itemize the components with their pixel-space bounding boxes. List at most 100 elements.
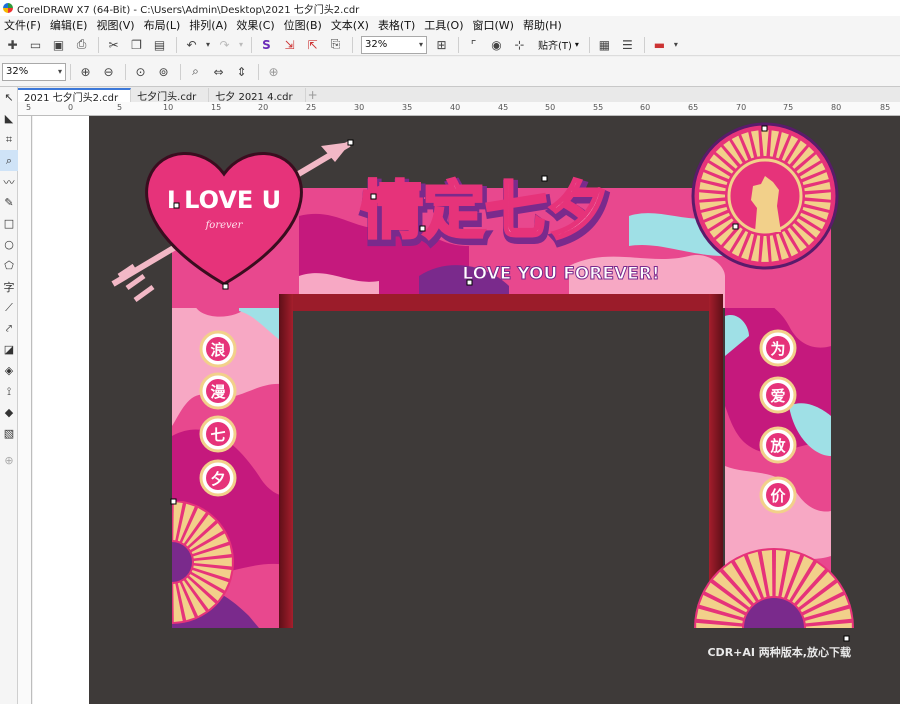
menu-window[interactable]: 窗口(W): [473, 17, 523, 33]
open-folder-icon[interactable]: ▭: [25, 35, 46, 54]
ellipse-tool-icon[interactable]: ○: [0, 234, 18, 255]
show-guidelines-icon[interactable]: ⊹: [509, 35, 530, 54]
color-eyedropper-icon[interactable]: ⟟: [0, 381, 18, 402]
publish-pdf-icon[interactable]: ⎘: [325, 35, 346, 54]
node-handle[interactable]: [222, 283, 229, 290]
smart-fill-icon[interactable]: ▧: [0, 423, 18, 444]
redo-dropdown-icon[interactable]: ▾: [237, 35, 245, 54]
left-char-2: 漫: [210, 383, 226, 401]
application-launcher-icon[interactable]: ▬: [649, 35, 670, 54]
toolbox: ↖ ◣ ⌗ ⌕ 〰 ✎ □ ○ ⬠ 字 ⟋ ⤤ ◪ ◈ ⟟ ◆ ▧ ⊕: [0, 87, 18, 704]
copy-icon[interactable]: ❐: [126, 35, 147, 54]
snap-to-dropdown[interactable]: 贴齐(T) ▾: [532, 37, 585, 52]
artistic-media-icon[interactable]: ✎: [0, 192, 18, 213]
tab-document-3[interactable]: 七夕 2021 4.cdr: [209, 88, 306, 103]
zoom-tool-icon[interactable]: ⌕: [0, 150, 18, 171]
zoom-to-page-icon[interactable]: ⌕: [185, 62, 206, 81]
node-handle[interactable]: [419, 225, 426, 232]
launcher-dropdown-icon[interactable]: ▾: [672, 35, 680, 54]
pick-tool-icon[interactable]: ↖: [0, 87, 18, 108]
toolbar-separator: [98, 36, 99, 53]
toolbar-separator: [251, 36, 252, 53]
add-tool-icon[interactable]: ⊕: [0, 450, 18, 471]
menu-help[interactable]: 帮助(H): [523, 17, 571, 33]
new-tab-icon[interactable]: +: [306, 88, 320, 102]
chevron-down-icon: ▾: [57, 67, 62, 76]
node-handle[interactable]: [466, 279, 473, 286]
poster-artwork[interactable]: I LOVE U forever 情定七夕 情定七夕 LOVE YOU FORE…: [89, 116, 900, 704]
zoom-levels-combo[interactable]: 32% ▾: [2, 62, 66, 81]
couple-sunburst-badge[interactable]: [691, 122, 839, 270]
show-rulers-icon[interactable]: ⌜: [463, 35, 484, 54]
cut-icon[interactable]: ✂: [103, 35, 124, 54]
show-grid-icon[interactable]: ◉: [486, 35, 507, 54]
node-handle[interactable]: [541, 175, 548, 182]
right-char-1: 为: [770, 340, 785, 358]
node-handle[interactable]: [732, 223, 739, 230]
print-icon[interactable]: ⎙: [71, 35, 92, 54]
zoom-to-page-height-icon[interactable]: ⇕: [231, 62, 252, 81]
zoom-to-selected-icon[interactable]: ⊙: [130, 62, 151, 81]
menu-tools[interactable]: 工具(O): [424, 17, 472, 33]
interactive-fill-icon[interactable]: ◆: [0, 402, 18, 423]
tab-document-1[interactable]: 2021 七夕门头2.cdr: [18, 88, 132, 104]
options-icon[interactable]: ☰: [617, 35, 638, 54]
zoom-level-select[interactable]: 32% ▾: [361, 35, 427, 54]
export-icon[interactable]: ⇱: [302, 35, 323, 54]
menu-arrange[interactable]: 排列(A): [189, 17, 236, 33]
crop-tool-icon[interactable]: ⌗: [0, 129, 18, 150]
add-toolbar-item-icon[interactable]: ⊕: [263, 62, 284, 81]
tab-document-2[interactable]: 七夕门头.cdr: [131, 88, 210, 103]
drop-shadow-icon[interactable]: ◪: [0, 339, 18, 360]
shape-tool-icon[interactable]: ◣: [0, 108, 18, 129]
import-icon[interactable]: ⇲: [279, 35, 300, 54]
vertical-ruler[interactable]: [18, 116, 32, 704]
node-handle[interactable]: [170, 498, 177, 505]
drawing-page[interactable]: I LOVE U forever 情定七夕 情定七夕 LOVE YOU FORE…: [89, 116, 900, 704]
parallel-dimension-icon[interactable]: ⟋: [0, 297, 18, 318]
node-handle[interactable]: [761, 125, 768, 132]
menu-view[interactable]: 视图(V): [96, 17, 143, 33]
menu-table[interactable]: 表格(T): [378, 17, 424, 33]
undo-icon[interactable]: ↶: [181, 35, 202, 54]
zoom-to-page-width-icon[interactable]: ⇔: [208, 62, 229, 81]
toolbar-separator: [458, 36, 459, 53]
left-fan-ornament: [172, 501, 234, 624]
connector-tool-icon[interactable]: ⤤: [0, 318, 18, 339]
new-document-icon[interactable]: ✚: [2, 35, 23, 54]
menu-layout[interactable]: 布局(L): [144, 17, 190, 33]
undo-dropdown-icon[interactable]: ▾: [204, 35, 212, 54]
zoom-in-icon[interactable]: ⊕: [75, 62, 96, 81]
zoom-out-icon[interactable]: ⊖: [98, 62, 119, 81]
search-content-icon[interactable]: S: [256, 35, 277, 54]
save-icon[interactable]: ▣: [48, 35, 69, 54]
ruler-label: 45: [498, 103, 509, 112]
right-char-3: 放: [769, 437, 786, 455]
node-handle[interactable]: [843, 635, 850, 642]
text-tool-icon[interactable]: 字: [0, 276, 18, 297]
menu-file[interactable]: 文件(F): [4, 17, 50, 33]
left-char-3: 七: [210, 426, 225, 444]
menu-text[interactable]: 文本(X): [331, 17, 378, 33]
node-handle[interactable]: [347, 139, 354, 146]
left-char-4: 夕: [210, 470, 225, 488]
redo-icon[interactable]: ↷: [214, 35, 235, 54]
freehand-tool-icon[interactable]: 〰: [0, 171, 18, 192]
ruler-label: 85: [880, 103, 891, 112]
node-handle[interactable]: [370, 193, 377, 200]
transparency-tool-icon[interactable]: ◈: [0, 360, 18, 381]
rectangle-tool-icon[interactable]: □: [0, 213, 18, 234]
menu-edit[interactable]: 编辑(E): [50, 17, 97, 33]
full-screen-preview-icon[interactable]: ⊞: [431, 35, 452, 54]
polygon-tool-icon[interactable]: ⬠: [0, 255, 18, 276]
left-char-1: 浪: [210, 341, 225, 359]
menu-bitmaps[interactable]: 位图(B): [284, 17, 331, 33]
snap-to-label: 贴齐(T): [538, 41, 572, 52]
node-handle[interactable]: [173, 202, 180, 209]
horizontal-ruler[interactable]: 5 0 5 10 15 20 25 30 35 40 45 50 55 60 6…: [18, 102, 900, 116]
zoom-to-all-objects-icon[interactable]: ⊚: [153, 62, 174, 81]
welcome-screen-icon[interactable]: ▦: [594, 35, 615, 54]
document-tabs: 2021 七夕门头2.cdr 七夕门头.cdr 七夕 2021 4.cdr +: [18, 87, 900, 104]
paste-icon[interactable]: ▤: [149, 35, 170, 54]
menu-effects[interactable]: 效果(C): [236, 17, 283, 33]
